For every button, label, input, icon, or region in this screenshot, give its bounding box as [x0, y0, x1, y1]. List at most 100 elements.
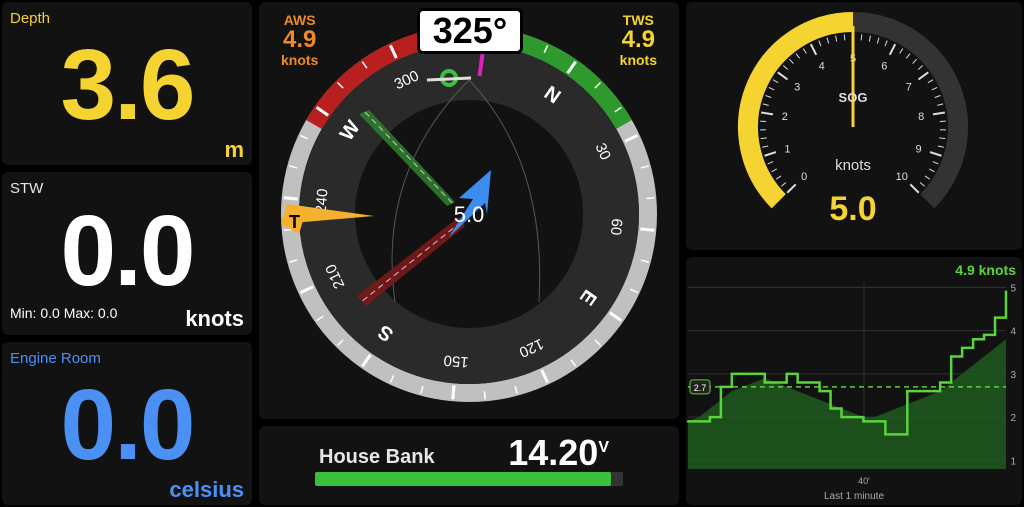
sog-scale-label: 6 [881, 61, 887, 73]
sog-tick [781, 182, 787, 187]
chart-point [895, 433, 898, 436]
heading-value: 325° [432, 10, 508, 51]
sog-panel: 012345678910 SOG knots 5.0 [686, 2, 1022, 250]
chart-point [730, 372, 734, 376]
sog-scale-label: 10 [896, 171, 908, 183]
chart-y-tick: 4 [1010, 327, 1016, 338]
chart-point [873, 420, 876, 423]
sog-tick [929, 151, 942, 157]
chart-point [884, 433, 887, 436]
engine-room-value: 0.0 [60, 369, 195, 481]
sog-tick [912, 58, 918, 64]
chart-point [686, 420, 690, 423]
house-bank-panel: House Bank 14.20V [259, 426, 679, 505]
chart-y-tick: 1 [1010, 456, 1016, 467]
sog-tick [888, 43, 897, 56]
compass-tick [640, 227, 655, 232]
sog-value: 5.0 [829, 190, 876, 228]
sog-scale-label: 1 [784, 143, 790, 155]
sog-tick [931, 86, 938, 91]
chart-point [993, 316, 997, 319]
compass-tick [646, 197, 655, 200]
waypoint-line [426, 76, 472, 82]
chart-point [763, 381, 766, 384]
sog-tick [917, 65, 924, 70]
wind-panel: N E S W 30 60 120 150 210 240 300 T 5.0 325° AWS 4… [259, 2, 679, 419]
compass-degree-label: 60 [607, 218, 625, 236]
sog-tick [884, 40, 888, 47]
compass-degree-label: 150 [443, 351, 469, 370]
sog-tick [905, 53, 911, 59]
sog-tick [771, 168, 778, 173]
sog-tick [934, 95, 941, 99]
chart-point [939, 381, 942, 384]
sog-scale-label: 3 [794, 81, 800, 93]
chart-y-tick: 2 [1010, 413, 1016, 424]
chart-point [774, 381, 777, 384]
chart-point [785, 372, 788, 376]
sog-scale-label: 7 [906, 81, 912, 93]
heading-box: 325° [417, 8, 523, 54]
sog-gauge: 012345678910 SOG knots 5.0 [738, 12, 968, 228]
sog-tick [788, 58, 794, 64]
starboard-wind-wedge [359, 110, 455, 206]
chart-point [741, 372, 745, 376]
stw-value: 0.0 [60, 195, 195, 307]
chart-xlabel: Last 1 minute [824, 491, 884, 502]
sog-tick [760, 111, 774, 116]
engine-room-panel: Engine Room 0.0 celsius [2, 342, 252, 505]
sog-unit: knots [835, 157, 871, 174]
house-bank-voltage: 14.20V [508, 432, 609, 474]
sog-tick [762, 145, 769, 148]
sog-tick [909, 183, 920, 194]
sog-tick [762, 103, 769, 106]
sog-scale-label: 9 [916, 143, 922, 155]
sog-tick [802, 48, 807, 54]
sog-label: SOG [839, 90, 868, 105]
sog-tick [775, 175, 782, 180]
sog-tick [818, 40, 822, 47]
sog-scale-label: 2 [782, 111, 788, 123]
sog-tick [932, 161, 939, 165]
chart-point [971, 338, 975, 341]
sog-tick [795, 53, 801, 59]
sog-tick [917, 71, 929, 81]
chart-point [840, 415, 843, 419]
speed-history-chart: 4.9 knots Last 1 minute 40' 1 2 3 4 5 2.7 [686, 262, 1016, 502]
house-bank-value: 14.20 [508, 432, 599, 473]
chart-point [862, 420, 865, 423]
chart-reference-label: 2.7 [694, 383, 707, 393]
chart-point [1004, 290, 1008, 293]
house-bank-bar [315, 472, 623, 486]
wind-speed-center: 5.0 [454, 202, 485, 227]
tws-unit: knots [619, 52, 657, 68]
house-bank-bar-fill [315, 472, 611, 486]
chart-point [796, 381, 799, 384]
sog-tick [835, 35, 838, 42]
chart-point [807, 381, 810, 384]
wind-compass: NESW3060120150210240300 T 5.0 [281, 26, 657, 402]
tws-block: TWS 4.9 knots [620, 12, 657, 68]
chart-point [752, 372, 755, 376]
engine-room-title: Engine Room [10, 350, 101, 367]
chart-point [818, 389, 821, 393]
chart-title: 4.9 knots [955, 262, 1016, 278]
compass-tick [283, 196, 298, 201]
chart-point [960, 346, 964, 350]
chart-x-tick: 40' [858, 476, 870, 486]
sog-tick [928, 168, 935, 173]
sog-tick [768, 86, 775, 91]
sog-tick [760, 137, 767, 140]
chart-point [949, 355, 953, 358]
sog-scale-label: 4 [819, 61, 825, 73]
sog-tick [843, 34, 846, 41]
speed-history-panel: 4.9 knots Last 1 minute 40' 1 2 3 4 5 2.7 [686, 257, 1022, 505]
depth-unit: m [224, 137, 244, 162]
chart-point [851, 415, 854, 419]
house-bank-unit: V [598, 439, 609, 456]
chart-point [917, 389, 920, 393]
sog-tick [939, 137, 946, 140]
true-wind-label: T [289, 212, 300, 232]
sog-tick [764, 151, 777, 157]
sog-tick [782, 65, 789, 70]
